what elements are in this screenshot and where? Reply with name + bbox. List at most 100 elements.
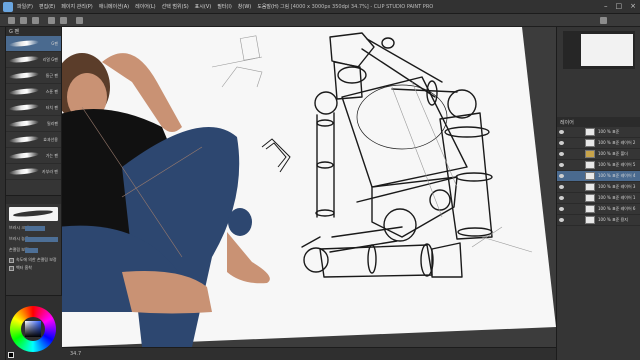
undo-icon[interactable] bbox=[48, 17, 55, 24]
layer-thumbnail bbox=[585, 194, 595, 202]
window-title: 그림 [4000 x 3000px 350dpi 34.7%] - CLIP S… bbox=[280, 4, 434, 10]
window-controls: – □ × bbox=[604, 2, 636, 10]
brush-item[interactable]: 밀리펜 bbox=[6, 116, 61, 132]
layer-thumbnail bbox=[585, 205, 595, 213]
canvas-area[interactable] bbox=[62, 27, 556, 347]
brush-stroke-icon bbox=[8, 167, 40, 176]
layer-row[interactable]: 100 % 표준 레이어 6 bbox=[557, 204, 640, 215]
brush-label: 밀리펜 bbox=[46, 121, 58, 126]
layer-thumbnail bbox=[585, 161, 595, 169]
brush-item[interactable]: G펜 bbox=[6, 36, 61, 52]
zoom-level[interactable]: 34.7 bbox=[70, 351, 81, 357]
open-icon[interactable] bbox=[20, 17, 27, 24]
minimize-icon[interactable]: – bbox=[604, 2, 608, 10]
brush-stroke-icon bbox=[8, 135, 40, 144]
layer-name: 100 % 표준 레이어 2 bbox=[598, 140, 636, 145]
color-wheel[interactable] bbox=[10, 306, 56, 352]
layer-thumbnail bbox=[585, 172, 595, 180]
speed-stabilization-label: 속도에 의한 손떨림 보정 bbox=[16, 257, 57, 262]
maximize-icon[interactable]: □ bbox=[616, 2, 623, 10]
settings-icon[interactable] bbox=[600, 17, 607, 24]
brush-stroke-icon bbox=[8, 87, 40, 96]
brush-item[interactable]: 가는 펜 bbox=[6, 148, 61, 164]
eye-icon[interactable] bbox=[559, 152, 564, 156]
menu-animation[interactable]: 애니메이션(A) bbox=[99, 3, 129, 10]
navigator-preview bbox=[581, 34, 633, 66]
eye-icon[interactable] bbox=[559, 185, 564, 189]
command-bar bbox=[0, 14, 640, 27]
brush-size-row[interactable]: 브러시 크기 bbox=[9, 224, 58, 233]
eye-icon[interactable] bbox=[559, 196, 564, 200]
sub-tool-panel: G 펜 G펜 리얼 G펜 둥근 펜 스푼 펜 터치 펜 밀리펜 효과선용 가는 … bbox=[6, 27, 62, 195]
sub-tool-tab[interactable]: G 펜 bbox=[6, 27, 61, 36]
stabilization-row[interactable]: 손떨림 보정 bbox=[9, 246, 58, 255]
menu-file[interactable]: 파일(F) bbox=[17, 3, 33, 10]
layer-row[interactable]: 100 % 표준 레이어 2 bbox=[557, 138, 640, 149]
menu-layer[interactable]: 레이어(L) bbox=[135, 3, 156, 10]
eye-icon[interactable] bbox=[559, 174, 564, 178]
layer-name: 100 % 표준 레이어 5 bbox=[598, 162, 636, 167]
save-icon[interactable] bbox=[32, 17, 39, 24]
eye-icon[interactable] bbox=[559, 218, 564, 222]
menu-window[interactable]: 창(W) bbox=[238, 3, 251, 10]
layer-list: 100 % 표준 100 % 표준 레이어 2 100 % 표준 폴더 100 … bbox=[557, 127, 640, 226]
layer-row[interactable]: 100 % 표준 레이어 5 bbox=[557, 160, 640, 171]
tool-property-panel: 브러시 크기 브러시 농도 손떨림 보정 속도에 의한 손떨림 보정 벡터 흡착 bbox=[6, 195, 62, 295]
right-panel: 레이어 100 % 표준 100 % 표준 레이어 2 100 % 표준 폴더 … bbox=[556, 27, 640, 360]
navigator-panel[interactable] bbox=[563, 31, 635, 69]
layer-folder-row[interactable]: 100 % 표준 폴더 bbox=[557, 149, 640, 160]
brush-size-slider[interactable] bbox=[25, 226, 45, 231]
brush-label: 터치 펜 bbox=[45, 105, 58, 110]
layer-thumbnail bbox=[585, 216, 595, 224]
brush-item[interactable]: 카부라 펜 bbox=[6, 164, 61, 180]
menu-edit[interactable]: 편집(E) bbox=[39, 3, 55, 10]
brush-label: 효과선용 bbox=[43, 137, 58, 142]
layer-name: 100 % 표준 레이어 1 bbox=[598, 195, 636, 200]
layer-row[interactable]: 100 % 표준 레이어 1 bbox=[557, 193, 640, 204]
stabilization-slider[interactable] bbox=[25, 248, 39, 253]
brush-item[interactable]: 리얼 G펜 bbox=[6, 52, 61, 68]
layer-name: 100 % 표준 레이어 3 bbox=[598, 184, 636, 189]
layer-thumbnail bbox=[585, 183, 595, 191]
checkbox-icon bbox=[9, 257, 14, 263]
menu-page[interactable]: 페이지 관리(P) bbox=[61, 3, 93, 10]
layer-thumbnail bbox=[585, 128, 595, 136]
layer-name: 100 % 표준 bbox=[598, 129, 620, 134]
checkbox-icon bbox=[9, 265, 14, 271]
eye-icon[interactable] bbox=[559, 141, 564, 145]
eye-icon[interactable] bbox=[559, 207, 564, 211]
brush-label: 리얼 G펜 bbox=[42, 57, 58, 62]
canvas-drawing[interactable] bbox=[62, 27, 556, 347]
saturation-square[interactable] bbox=[25, 321, 41, 337]
brush-item[interactable]: 효과선용 bbox=[6, 132, 61, 148]
eye-icon[interactable] bbox=[559, 163, 564, 167]
speed-stabilization-checkbox[interactable]: 속도에 의한 손떨림 보정 bbox=[9, 257, 58, 263]
brush-stroke-icon bbox=[8, 71, 40, 80]
brush-density-slider[interactable] bbox=[25, 237, 58, 242]
menu-filter[interactable]: 필터(I) bbox=[217, 3, 232, 10]
brush-stroke-icon bbox=[8, 103, 40, 112]
layer-name: 100 % 표준 레이어 6 bbox=[598, 206, 636, 211]
menu-help[interactable]: 도움말(H) bbox=[257, 3, 278, 10]
redo-icon[interactable] bbox=[60, 17, 67, 24]
layer-row[interactable]: 100 % 표준 bbox=[557, 127, 640, 138]
layer-row[interactable]: 100 % 표준 용지 bbox=[557, 215, 640, 226]
clear-icon[interactable] bbox=[76, 17, 83, 24]
brush-density-row[interactable]: 브러시 농도 bbox=[9, 235, 58, 244]
brush-label: 카부라 펜 bbox=[42, 169, 58, 174]
layer-row-selected[interactable]: 100 % 표준 레이어 4 bbox=[557, 171, 640, 182]
eye-icon[interactable] bbox=[559, 130, 564, 134]
brush-item[interactable]: 둥근 펜 bbox=[6, 68, 61, 84]
brush-item[interactable]: 터치 펜 bbox=[6, 100, 61, 116]
brush-stroke-icon bbox=[8, 151, 40, 160]
main-color-swatch[interactable] bbox=[8, 352, 14, 358]
brush-item[interactable]: 스푼 펜 bbox=[6, 84, 61, 100]
close-icon[interactable]: × bbox=[630, 2, 636, 10]
menu-selection[interactable]: 선택 범위(S) bbox=[162, 3, 189, 10]
new-icon[interactable] bbox=[8, 17, 15, 24]
brush-stroke-icon bbox=[8, 119, 40, 128]
menu-view[interactable]: 표시(V) bbox=[195, 3, 212, 10]
brush-label: 둥근 펜 bbox=[45, 73, 58, 78]
layer-row[interactable]: 100 % 표준 레이어 3 bbox=[557, 182, 640, 193]
vector-snap-checkbox[interactable]: 벡터 흡착 bbox=[9, 265, 58, 271]
